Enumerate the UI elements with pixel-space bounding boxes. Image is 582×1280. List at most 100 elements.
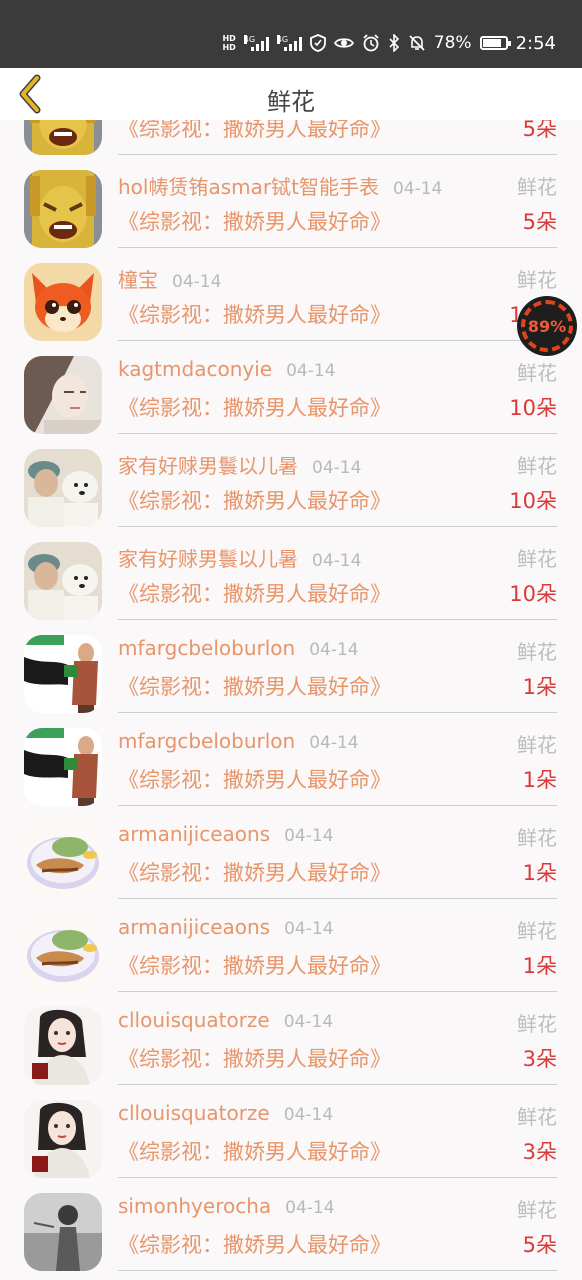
gift-type: 鲜花 [517, 640, 557, 664]
avatar[interactable] [24, 449, 102, 527]
username[interactable]: armanijiceaons 04-14 [118, 915, 334, 939]
book-title-link[interactable]: 《综影视：撒娇男人最好命》 [118, 950, 391, 980]
gift-date: 04-14 [283, 1012, 334, 1032]
book-title-link[interactable]: 《综影视：撒娇男人最好命》 [118, 1136, 391, 1166]
gift-quantity: 5朵 [522, 1233, 557, 1257]
list-item[interactable]: armanijiceaons 04-14 鲜花 《综影视：撒娇男人最好命》 1朵 [0, 811, 582, 904]
divider [118, 526, 557, 527]
floating-widget[interactable]: 89% [517, 296, 577, 356]
username-text: cllouisquatorze [118, 1101, 270, 1125]
list-item[interactable]: 家有好赇男鬟以儿暑 04-14 鲜花《综影视：撒娇男人最好命》 10朵 [0, 439, 582, 532]
hd-indicator: HD HD [222, 34, 235, 52]
username[interactable]: 家有好赇男鬟以儿暑 04-14 [118, 543, 361, 572]
book-title-link[interactable]: 《综影视：撒娇男人最好命》 [118, 578, 391, 608]
list-item[interactable]: simonhyerocha 04-14 鲜花《综影视：撒娇男人最好命》 5朵 [0, 1183, 582, 1276]
gift-quantity: 3朵 [522, 1140, 557, 1164]
book-title-link[interactable]: 《综影视：撒娇男人最好命》 [118, 764, 391, 794]
book-title-link[interactable]: 《综影视：撒娇男人最好命》 [118, 392, 391, 422]
gift-quantity: 5朵 [522, 120, 557, 141]
divider [118, 340, 557, 341]
gift-quantity: 5朵 [522, 210, 557, 234]
username-text: kagtmdaconyie [118, 357, 273, 381]
avatar[interactable] [24, 1100, 102, 1178]
gift-type: 鲜花 [517, 268, 557, 292]
alarm-icon [362, 33, 380, 53]
list-item[interactable]: cllouisquatorze 04-14 鲜花《综影视：撒娇男人最好命》 3朵 [0, 997, 582, 1090]
divider [118, 619, 557, 620]
username[interactable]: 橦宝 04-14 [118, 264, 221, 293]
username[interactable]: mfargcbeloburlon 04-14 [118, 729, 359, 753]
gift-quantity: 10朵 [509, 489, 557, 513]
gift-date: 04-14 [284, 919, 334, 939]
battery-percent: 78% [433, 33, 472, 53]
avatar[interactable] [24, 170, 102, 248]
avatar[interactable] [24, 356, 102, 434]
gift-type: 鲜花 [517, 175, 557, 199]
username[interactable]: simonhyerocha 04-14 [118, 1194, 335, 1218]
username-text: mfargcbeloburlon [118, 636, 296, 660]
avatar[interactable] [24, 263, 102, 341]
book-title-link[interactable]: 《综影视：撒娇男人最好命》 [118, 206, 391, 236]
username[interactable]: hol帱赁铕asmar铽t智能手表 04-14 [118, 171, 442, 200]
username-text: 橦宝 [118, 268, 158, 292]
gift-quantity: 1朵 [522, 954, 557, 978]
gift-date: 04-14 [285, 1198, 335, 1218]
book-title-link[interactable]: 《综影视：撒娇男人最好命》 [118, 857, 391, 887]
username[interactable]: armanijiceaons 04-14 [118, 822, 334, 846]
gift-date: 04-14 [309, 733, 359, 753]
username-text: armanijiceaons [118, 822, 271, 846]
avatar[interactable] [24, 728, 102, 806]
list-item[interactable]: armanijiceaons 04-14 鲜花《综影视：撒娇男人最好命》 1朵 [0, 904, 582, 997]
divider [118, 154, 557, 155]
signal-icon-2: 4G [276, 35, 302, 51]
list-item[interactable]: 《综影视：撒娇男人最好命》 5朵 [0, 120, 582, 160]
divider [118, 805, 557, 806]
list-item[interactable]: cllouisquatorze 04-14 鲜花 《综影视：撒娇男人最好命》 3朵 [0, 1090, 582, 1183]
list-item[interactable]: 家有好赇男鬟以儿暑 04-14 鲜花 《综影视：撒娇男人最好命》 10朵 [0, 532, 582, 625]
list-item[interactable]: mfargcbeloburlon 04-14 鲜花《综影视：撒娇男人最好命》 1朵 [0, 625, 582, 718]
gift-date: 04-14 [309, 640, 359, 660]
book-title-link[interactable]: 《综影视：撒娇男人最好命》 [118, 671, 391, 701]
net2-label: 4G [276, 35, 289, 44]
list-item[interactable]: mfargcbeloburlon 04-14 鲜花 《综影视：撒娇男人最好命》 1朵 [0, 718, 582, 811]
shield-icon [309, 33, 326, 53]
list-item[interactable]: 橦宝04-14鲜花《综影视：撒娇男人最好命》10朵 [0, 253, 582, 346]
gift-type: 鲜花 [517, 919, 557, 943]
avatar[interactable] [24, 914, 102, 992]
avatar[interactable] [24, 635, 102, 713]
gift-quantity: 3朵 [522, 1047, 557, 1071]
divider [118, 247, 557, 248]
username-text: mfargcbeloburlon [118, 729, 296, 753]
status-bar: HD HD 4G 4G 78% 2:54 [0, 0, 582, 68]
username[interactable]: mfargcbeloburlon 04-14 [118, 636, 359, 660]
gift-type: 鲜花 [517, 361, 557, 385]
avatar[interactable] [24, 542, 102, 620]
gift-type: 鲜花 [517, 454, 557, 478]
list-item[interactable]: kagtmdaconyie 04-14 鲜花 《综影视：撒娇男人最好命》 10朵 [0, 346, 582, 439]
divider [118, 712, 557, 713]
book-title-link[interactable]: 《综影视：撒娇男人最好命》 [118, 1229, 391, 1259]
book-title-link[interactable]: 《综影视：撒娇男人最好命》 [118, 299, 391, 329]
avatar[interactable] [24, 1193, 102, 1271]
net1-label: 4G [243, 35, 256, 44]
avatar[interactable] [24, 821, 102, 899]
username[interactable]: 家有好赇男鬟以儿暑 04-14 [118, 450, 361, 479]
divider [118, 898, 557, 899]
list-item[interactable]: hol帱赁铕asmar铽t智能手表 04-14 鲜花《综影视：撒娇男人最好命》 5朵 [0, 160, 582, 253]
book-title-link[interactable]: 《综影视：撒娇男人最好命》 [118, 120, 391, 143]
username[interactable]: cllouisquatorze 04-14 [118, 1008, 333, 1032]
avatar[interactable] [24, 120, 102, 155]
avatar[interactable] [24, 1007, 102, 1085]
mute-icon [408, 33, 426, 53]
navigation-bar: 鲜花 [0, 68, 582, 120]
hd2-label: HD [222, 43, 236, 52]
gift-date: 04-14 [283, 1105, 334, 1125]
gift-type: 鲜花 [517, 1012, 557, 1036]
gift-quantity: 1朵 [522, 675, 557, 699]
username[interactable]: cllouisquatorze 04-14 [118, 1101, 333, 1125]
book-title-link[interactable]: 《综影视：撒娇男人最好命》 [118, 1043, 391, 1073]
gift-type: 鲜花 [517, 1198, 557, 1222]
gift-list[interactable]: 《综影视：撒娇男人最好命》 5朵 hol帱赁铕asmar铽t智能手表 04-14 鲜花《… [0, 120, 582, 1280]
username[interactable]: kagtmdaconyie 04-14 [118, 357, 335, 381]
book-title-link[interactable]: 《综影视：撒娇男人最好命》 [118, 485, 391, 515]
